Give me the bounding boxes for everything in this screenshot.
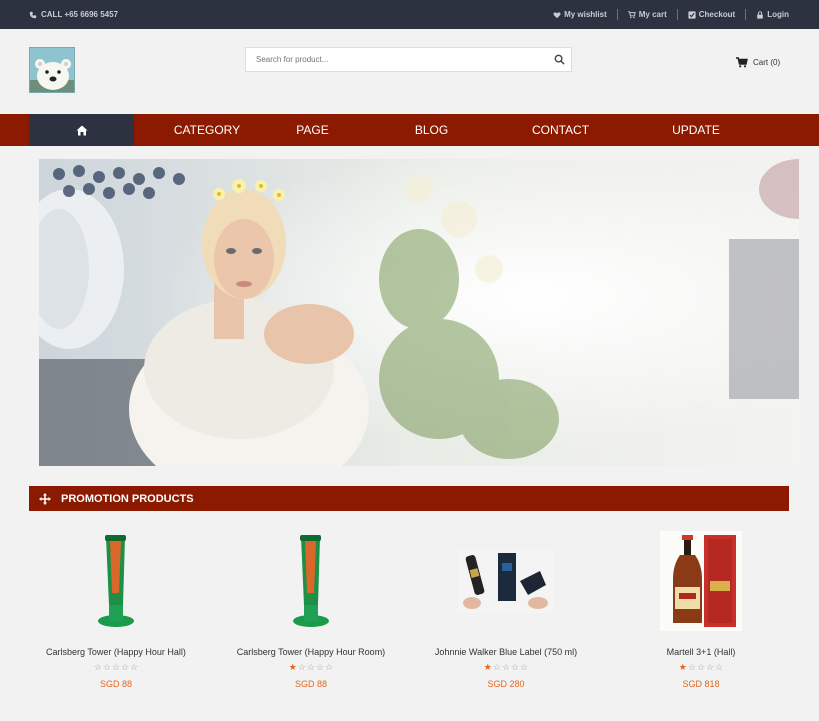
- product-image[interactable]: [221, 528, 401, 634]
- product-card[interactable]: Carlsberg Tower (Happy Hour Hall) ☆ ☆ ☆ ☆ ☆ …: [26, 528, 206, 689]
- product-price: SGD 818: [682, 679, 720, 689]
- checkbox-icon: [688, 10, 696, 19]
- product-image[interactable]: [611, 528, 791, 634]
- star-icon: ☆: [306, 662, 316, 672]
- star-icon: ☆: [715, 662, 724, 672]
- nav-page[interactable]: PAGE: [280, 114, 345, 146]
- nav-home[interactable]: [29, 114, 134, 146]
- star-filled-icon: ★: [678, 662, 687, 672]
- star-icon: ☆: [511, 662, 520, 672]
- product-card[interactable]: Martell 3+1 (Hall) ★ ☆ ☆ ☆ ☆ SGD 818: [611, 528, 791, 689]
- cart-small-icon: [627, 10, 636, 18]
- phone-contact: CALL +65 6696 5457: [29, 10, 118, 19]
- main-nav: CATEGORY PAGE BLOG CONTACT UPDATE: [0, 114, 819, 146]
- cart-label: Cart (0): [753, 58, 781, 67]
- product-price: SGD 280: [487, 679, 525, 689]
- mycart-label: My cart: [638, 10, 667, 19]
- checkout-link[interactable]: Checkout: [676, 9, 745, 20]
- hero-banner[interactable]: [39, 159, 799, 466]
- cart-button[interactable]: Cart (0): [736, 57, 780, 68]
- star-icon: ☆: [687, 662, 696, 672]
- nav-update[interactable]: UPDATE: [603, 114, 789, 146]
- star-icon: ☆: [93, 662, 102, 672]
- banner-image: [39, 159, 799, 466]
- star-icon: ☆: [696, 662, 706, 672]
- star-icon: ☆: [325, 662, 334, 672]
- cognac-bottle-image: [660, 531, 742, 631]
- nav-blog[interactable]: BLOG: [345, 114, 518, 146]
- product-image[interactable]: [26, 528, 206, 634]
- search-input[interactable]: [246, 48, 536, 71]
- search-icon[interactable]: [554, 54, 565, 65]
- star-icon: ☆: [492, 662, 501, 672]
- phone-text: CALL +65 6696 5457: [41, 10, 119, 19]
- product-name[interactable]: Carlsberg Tower (Happy Hour Room): [221, 647, 401, 657]
- phone-icon: [29, 11, 37, 18]
- heart-icon: [553, 11, 561, 18]
- product-name[interactable]: Johnnie Walker Blue Label (750 ml): [416, 647, 596, 657]
- top-bar: CALL +65 6696 5457 My wishlist My cart C…: [0, 0, 819, 29]
- move-arrows-icon: [39, 492, 51, 505]
- rating-stars: ★ ☆ ☆ ☆ ☆: [416, 662, 596, 673]
- star-icon: ☆: [121, 662, 130, 672]
- nav-contact[interactable]: CONTACT: [518, 114, 603, 146]
- product-price: SGD 88: [294, 679, 327, 689]
- star-icon: ☆: [501, 662, 511, 672]
- site-logo[interactable]: [29, 47, 75, 93]
- cart-icon: [736, 57, 748, 68]
- login-link[interactable]: Login: [745, 9, 789, 20]
- login-label: Login: [767, 10, 789, 19]
- rating-stars: ★ ☆ ☆ ☆ ☆: [221, 662, 401, 673]
- home-icon: [76, 125, 87, 135]
- star-filled-icon: ★: [288, 662, 297, 672]
- star-icon: ☆: [316, 662, 325, 672]
- star-icon: ☆: [111, 662, 121, 672]
- beer-tower-image: [293, 535, 329, 627]
- star-icon: ☆: [520, 662, 529, 672]
- mycart-link[interactable]: My cart: [616, 9, 677, 20]
- search-box: [245, 47, 572, 72]
- lock-icon: [757, 10, 764, 19]
- promotion-title: PROMOTION PRODUCTS: [61, 492, 194, 505]
- nav-category[interactable]: CATEGORY: [134, 114, 280, 146]
- product-card[interactable]: Carlsberg Tower (Happy Hour Room) ★ ☆ ☆ ☆ ☆ …: [221, 528, 401, 689]
- checkout-label: Checkout: [698, 10, 736, 19]
- product-name[interactable]: Carlsberg Tower (Happy Hour Hall): [26, 647, 206, 657]
- star-icon: ☆: [297, 662, 306, 672]
- product-price: SGD 88: [99, 679, 132, 689]
- whisky-bottle-image: [458, 549, 554, 613]
- product-name[interactable]: Martell 3+1 (Hall): [611, 647, 791, 657]
- polar-bear-logo: [30, 48, 74, 92]
- promotion-header: PROMOTION PRODUCTS: [29, 486, 789, 511]
- beer-tower-image: [98, 535, 134, 627]
- star-filled-icon: ★: [483, 662, 492, 672]
- product-image[interactable]: [416, 528, 596, 634]
- rating-stars: ★ ☆ ☆ ☆ ☆: [611, 662, 791, 673]
- wishlist-label: My wishlist: [564, 10, 607, 19]
- star-icon: ☆: [706, 662, 715, 672]
- product-card[interactable]: Johnnie Walker Blue Label (750 ml) ★ ☆ ☆ ☆ ☆…: [416, 528, 596, 689]
- star-icon: ☆: [130, 662, 139, 672]
- wishlist-link[interactable]: My wishlist: [543, 9, 617, 20]
- rating-stars: ☆ ☆ ☆ ☆ ☆: [26, 662, 206, 673]
- star-icon: ☆: [102, 662, 111, 672]
